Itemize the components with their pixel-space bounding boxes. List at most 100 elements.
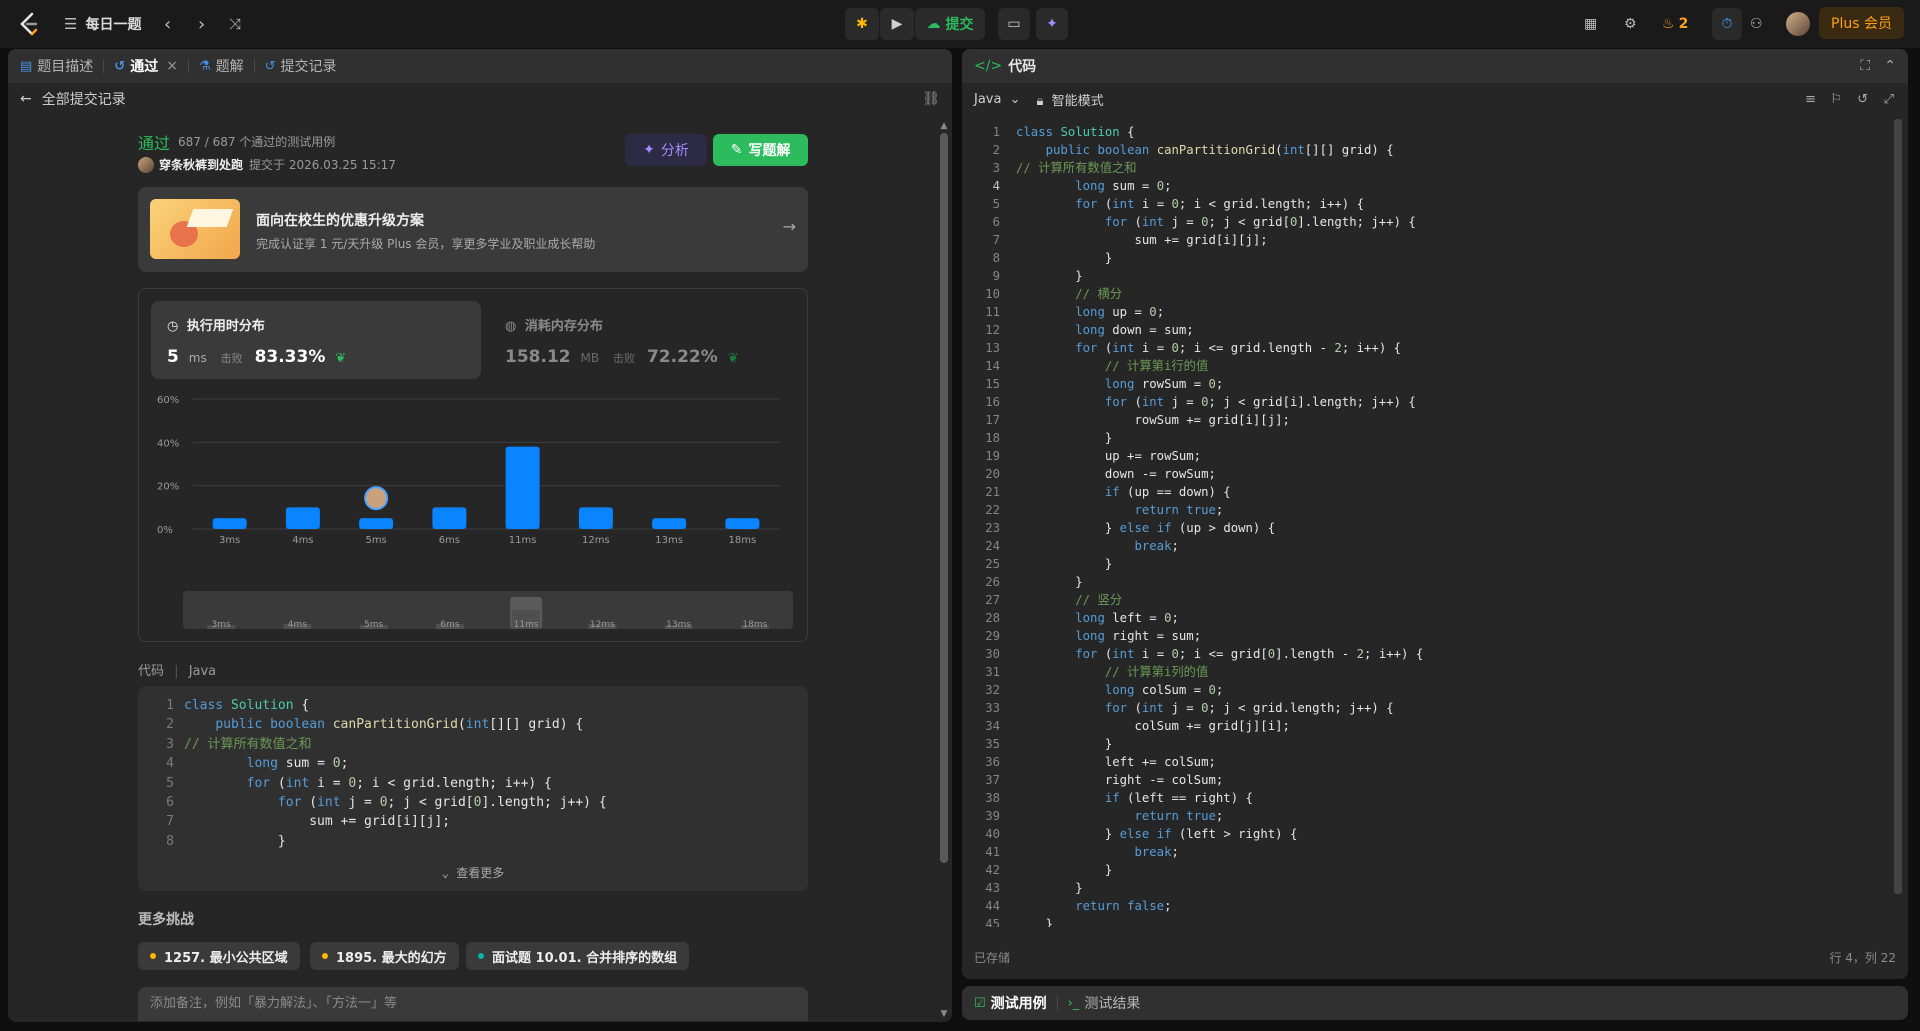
runtime-unit: ms (188, 351, 207, 365)
memory-icon: ◍ (505, 319, 517, 334)
editor-line: 22 return true; (985, 503, 1224, 517)
chart-bar (212, 518, 247, 529)
shuffle-icon[interactable]: ⤨ (229, 12, 241, 36)
analyze-button[interactable]: ✦ 分析 (625, 134, 707, 166)
see-more-button[interactable]: ⌄ 查看更多 (138, 864, 808, 881)
tab-solutions[interactable]: ⚗ 题解 (189, 49, 254, 83)
expand-icon[interactable]: ⤢ (1884, 92, 1894, 107)
checkbox-icon: ☑ (974, 995, 986, 1011)
write-solution-button[interactable]: ✎ 写题解 (713, 134, 808, 166)
student-promo-banner[interactable]: 面向在校生的优惠升级方案 完成认证享 1 元/天升级 Plus 会员，享更多学业… (138, 187, 808, 272)
editor-line: 31 // 计算第i列的值 (985, 665, 1209, 679)
timer-button[interactable]: ⏱ (1712, 8, 1742, 40)
x-tick-label: 11ms (509, 535, 537, 546)
code-line: 2 public boolean canPartitionGrid(int[][… (166, 717, 584, 733)
editor-scrollbar[interactable] (1894, 119, 1902, 894)
code-section-label: 代码 | Java (138, 664, 217, 679)
user-avatar-marker (364, 486, 389, 511)
reset-icon[interactable]: ↺ (1857, 92, 1868, 107)
editor-line: 23 } else if (up > down) { (985, 521, 1276, 535)
editor-line: 28 long left = 0; (985, 611, 1179, 625)
editor-line: 36 left += colSum; (985, 755, 1216, 769)
code-line: 1 class Solution { (166, 698, 310, 713)
chart-bar (285, 507, 320, 529)
runtime-beat-percent: 83.33% (254, 347, 326, 367)
top-bar: ☰ 每日一题 ‹ › ⤨ ✱ ▶ ☁ 提交 ▭ ✦ ▦ ⚙ ♨ 2 ⏱ ⚇ Pl… (0, 0, 1920, 48)
editor-line: 41 break; (985, 845, 1179, 859)
streak-counter[interactable]: ♨ 2 (1662, 12, 1688, 36)
code-lines: 1 class Solution { 2 public boolean canPar… (138, 686, 808, 851)
note-button[interactable]: ▭ (998, 8, 1030, 40)
terminal-icon: ›_ (1067, 995, 1080, 1011)
code-line: 3// 计算所有数值之和 (166, 736, 312, 752)
editor-line: 33 for (int j = 0; j < grid.length; j++)… (985, 701, 1394, 715)
add-friend-icon[interactable]: ⚇ (1750, 12, 1763, 36)
link-icon[interactable]: ⛓ (922, 91, 940, 107)
tab-accepted[interactable]: ↺ 通过 × (104, 49, 188, 83)
collapse-icon[interactable]: ⌃ (1884, 58, 1896, 74)
x-tick-label: 18ms (729, 535, 757, 546)
editor-line: 45 } (985, 917, 1054, 927)
editor-line: 4 long sum = 0; (992, 179, 1172, 193)
challenge-chip[interactable]: 面试题 10.01. 合并排序的数组 (466, 942, 690, 970)
leetcode-logo[interactable] (18, 12, 40, 36)
chart-bar (652, 518, 687, 529)
y-tick-label: 20% (157, 482, 179, 493)
editor-line: 6 for (int j = 0; j < grid[0].length; j+… (992, 215, 1416, 229)
editor-line: 43 } (985, 881, 1083, 895)
close-icon[interactable]: × (166, 58, 178, 74)
history-icon: ↺ (114, 58, 126, 74)
flame-icon: ♨ (1662, 16, 1675, 32)
tab-description-label: 题目描述 (37, 59, 94, 75)
tab-description[interactable]: ▤ 题目描述 (8, 49, 103, 83)
fullscreen-icon[interactable]: ⛶ (1860, 58, 1870, 74)
submit-button[interactable]: ☁ 提交 (915, 8, 985, 40)
layout-icon[interactable]: ▦ (1584, 12, 1597, 36)
username[interactable]: 穿条秋裤到处跑 (159, 156, 243, 173)
mini-tick-label: 18ms (742, 620, 767, 629)
code-language: Java (188, 664, 217, 679)
scroll-up-arrow[interactable]: ▲ (939, 121, 949, 131)
scroll-down-arrow[interactable]: ▼ (939, 1009, 949, 1019)
tab-submissions[interactable]: ↺ 提交记录 (255, 49, 347, 83)
challenge-chip[interactable]: 1895. 最大的幻方 (310, 942, 459, 970)
tab-testcases[interactable]: ☑ 测试用例 (962, 986, 1057, 1020)
all-submissions-label: 全部提交记录 (41, 92, 126, 108)
memory-value-row: 158.12 MB 击败 72.22% ❦ (505, 347, 739, 367)
format-icon[interactable]: ≡ (1805, 92, 1816, 107)
mini-tick-label: 12ms (590, 620, 615, 629)
tab-test-results[interactable]: ›_ 测试结果 (1058, 986, 1151, 1020)
memory-card[interactable]: ◍ 消耗内存分布 158.12 MB 击败 72.22% ❦ (489, 301, 789, 379)
language-select[interactable]: Java ⌄ (974, 92, 1021, 107)
runtime-card[interactable]: ◷ 执行用时分布 5 ms 击败 83.33% ❦ (151, 301, 481, 379)
prev-arrow-icon[interactable]: ‹ (164, 12, 171, 36)
plus-membership-button[interactable]: Plus 会员 (1819, 7, 1904, 39)
chart-bar (359, 518, 394, 529)
saved-status: 已存储 (974, 951, 1011, 965)
analyze-label: 分析 (660, 143, 689, 159)
submit-label: 提交 (945, 17, 974, 33)
chart-range-selector[interactable]: 3ms 4ms 5ms 6ms 11ms 12ms 13ms 18ms (183, 591, 793, 630)
user-avatar[interactable] (1786, 12, 1810, 36)
note-input[interactable]: 添加备注，例如「暴力解法」、「方法一」等 (138, 987, 808, 1021)
smart-mode-label: 智能模式 (1051, 93, 1104, 109)
next-arrow-icon[interactable]: › (198, 12, 205, 36)
bookmark-icon[interactable]: ⚐ (1830, 92, 1842, 107)
code-editor[interactable]: 1 class Solution {2 public boolean canPar… (962, 119, 1892, 927)
editor-line: 15 long rowSum = 0; (985, 377, 1224, 391)
y-tick-label: 40% (157, 438, 179, 449)
all-submissions-link[interactable]: ← 全部提交记录 ⛓ (8, 83, 952, 115)
editor-line: 2 public boolean canPartitionGrid(int[][… (992, 143, 1394, 157)
left-scrollbar[interactable] (940, 133, 948, 863)
ai-button[interactable]: ✦ (1036, 8, 1068, 40)
tab-test-results-label: 测试结果 (1084, 996, 1141, 1012)
settings-gear-icon[interactable]: ⚙ (1624, 12, 1637, 36)
smart-mode-toggle[interactable]: 🔒︎ 智能模式 (1037, 90, 1104, 109)
problem-list-button[interactable]: ☰ 每日一题 (64, 12, 141, 36)
editor-line: 18 } (985, 431, 1113, 445)
debug-button[interactable]: ✱ (845, 8, 879, 40)
run-button[interactable]: ▶ (880, 8, 914, 40)
challenge-chip[interactable]: 1257. 最小公共区域 (138, 942, 300, 970)
accepted-status: 通过 (138, 134, 171, 153)
runtime-value: 5 (167, 347, 179, 367)
